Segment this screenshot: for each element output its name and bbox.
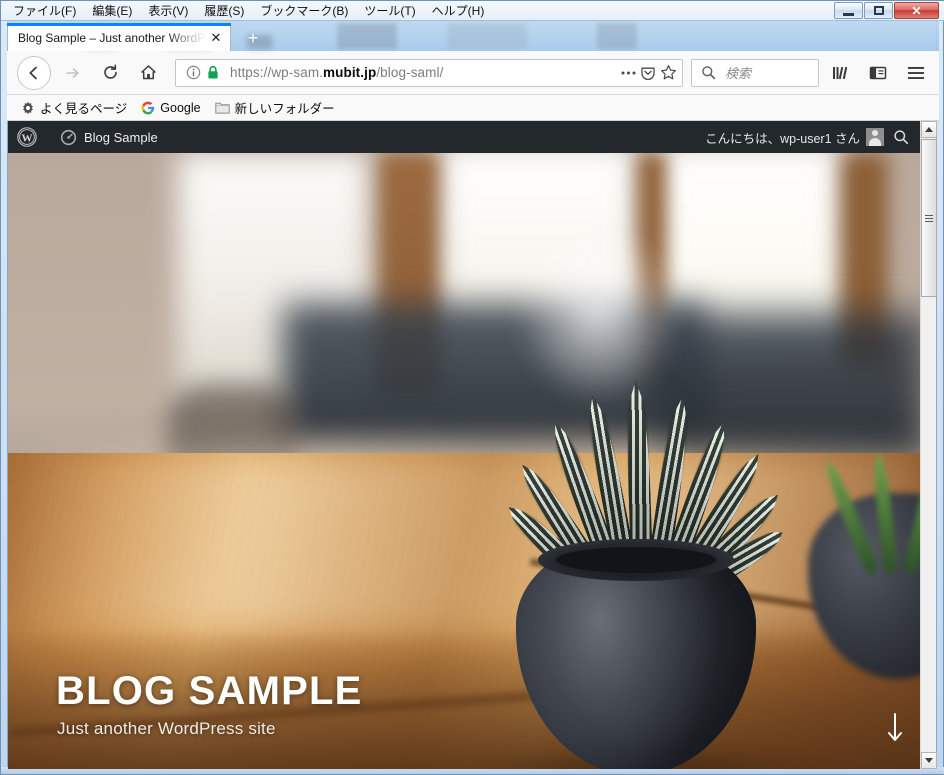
tab-blog-sample[interactable]: Blog Sample – Just another WordPress sit… <box>7 23 231 51</box>
tab-strip: Blog Sample – Just another WordPress sit… <box>7 21 939 51</box>
home-button[interactable] <box>131 56 165 90</box>
wordpress-logo-icon[interactable]: W <box>8 121 46 153</box>
admin-bar-site-name[interactable]: Blog Sample <box>46 121 167 153</box>
search-bar[interactable]: 検索 <box>691 58 819 87</box>
page-title: BLOG SAMPLE <box>56 669 363 713</box>
page-tagline: Just another WordPress site <box>57 719 276 738</box>
side-plant-leaves <box>821 403 922 577</box>
window-controls: ✕ <box>834 2 939 19</box>
minimize-button[interactable] <box>834 2 863 19</box>
minimize-icon <box>843 12 854 16</box>
pot-rim-inner <box>556 547 716 573</box>
scroll-up-arrow-icon <box>925 127 933 132</box>
page-actions-icon[interactable] <box>618 63 638 83</box>
menu-edit[interactable]: 編集(E) <box>84 0 140 21</box>
navigation-toolbar: https://wp-sam.mubit.jp/blog-saml/ 検索 <box>7 51 939 95</box>
arrow-left-icon <box>29 66 37 79</box>
home-icon <box>140 65 156 80</box>
hero-header-image: BLOG SAMPLE Just another WordPress site <box>8 153 922 769</box>
scroll-down-arrow-icon <box>925 758 933 763</box>
folder-icon <box>214 102 230 114</box>
library-icon[interactable] <box>823 56 857 90</box>
restore-button[interactable] <box>864 2 893 19</box>
menu-history[interactable]: 履歴(S) <box>196 0 252 21</box>
menu-bar: ファイル(F) 編集(E) 表示(V) 履歴(S) ブックマーク(B) ツール(… <box>1 1 944 21</box>
menu-bookmarks[interactable]: ブックマーク(B) <box>252 0 356 21</box>
arrow-down-icon <box>888 713 902 741</box>
toolbar-right-group <box>819 56 939 90</box>
svg-text:W: W <box>22 132 33 144</box>
close-button[interactable]: ✕ <box>894 2 939 19</box>
aero-blur-decoration <box>337 23 897 49</box>
hamburger-menu-icon[interactable] <box>899 56 933 90</box>
url-text[interactable]: https://wp-sam.mubit.jp/blog-saml/ <box>223 65 618 80</box>
user-avatar-icon[interactable] <box>866 128 884 146</box>
bookmark-most-visited[interactable]: よく見るページ <box>21 98 127 117</box>
page-content: W Blog Sample こんにちは、wp-user1 さん BLOG SAM… <box>8 121 922 769</box>
search-icon <box>698 63 718 83</box>
close-icon: ✕ <box>911 3 922 18</box>
menu-view[interactable]: 表示(V) <box>140 0 196 21</box>
menu-tools[interactable]: ツール(T) <box>356 0 423 21</box>
pocket-icon[interactable] <box>638 63 658 83</box>
page-scrollbar[interactable] <box>920 121 937 769</box>
menu-help[interactable]: ヘルプ(H) <box>424 0 493 21</box>
scrollbar-grip <box>925 213 933 224</box>
reload-icon <box>103 64 117 79</box>
scrollbar-thumb[interactable] <box>921 139 937 297</box>
gear-icon <box>23 101 33 114</box>
scroll-down-indicator[interactable] <box>886 713 904 748</box>
dashboard-speedometer-icon <box>60 129 77 145</box>
info-circle-icon[interactable] <box>183 63 203 83</box>
greeting-text: こんにちは、wp-user1 さん <box>705 131 860 146</box>
wordpress-admin-bar: W Blog Sample こんにちは、wp-user1 さん <box>8 121 922 153</box>
admin-bar-left: W Blog Sample <box>8 121 167 153</box>
back-button[interactable] <box>17 55 51 90</box>
menu-file[interactable]: ファイル(F) <box>5 0 84 21</box>
site-name-label: Blog Sample <box>84 129 158 145</box>
new-tab-button[interactable]: + <box>239 27 267 49</box>
google-g-icon <box>141 101 155 114</box>
admin-bar-search-icon[interactable] <box>884 121 918 153</box>
padlock-icon[interactable] <box>203 63 223 83</box>
bookmark-new-folder[interactable]: 新しいフォルダー <box>214 98 335 117</box>
arrow-right-icon <box>65 67 79 78</box>
tab-title: Blog Sample – Just another WordPress sit… <box>18 30 206 45</box>
star-icon[interactable] <box>658 63 678 83</box>
bookmark-google[interactable]: Google <box>141 100 201 115</box>
restore-icon <box>873 6 884 15</box>
bookmark-label: よく見るページ <box>40 102 128 116</box>
scroll-down-button[interactable] <box>921 752 937 769</box>
url-bar[interactable]: https://wp-sam.mubit.jp/blog-saml/ <box>175 58 683 87</box>
reload-button[interactable] <box>93 56 127 90</box>
search-input[interactable]: 検索 <box>718 63 751 82</box>
bookmark-label: Google <box>160 100 201 115</box>
tab-close-icon[interactable]: ✕ <box>206 28 226 48</box>
bookmarks-toolbar: よく見るページ Google 新しいフォルダー <box>7 95 939 121</box>
browser-window: ファイル(F) 編集(E) 表示(V) 履歴(S) ブックマーク(B) ツール(… <box>0 0 944 775</box>
sidebar-icon[interactable] <box>861 56 895 90</box>
bookmark-label: 新しいフォルダー <box>234 102 335 116</box>
forward-button[interactable] <box>55 56 89 90</box>
admin-bar-right: こんにちは、wp-user1 さん <box>705 121 922 153</box>
scroll-up-button[interactable] <box>921 121 937 138</box>
